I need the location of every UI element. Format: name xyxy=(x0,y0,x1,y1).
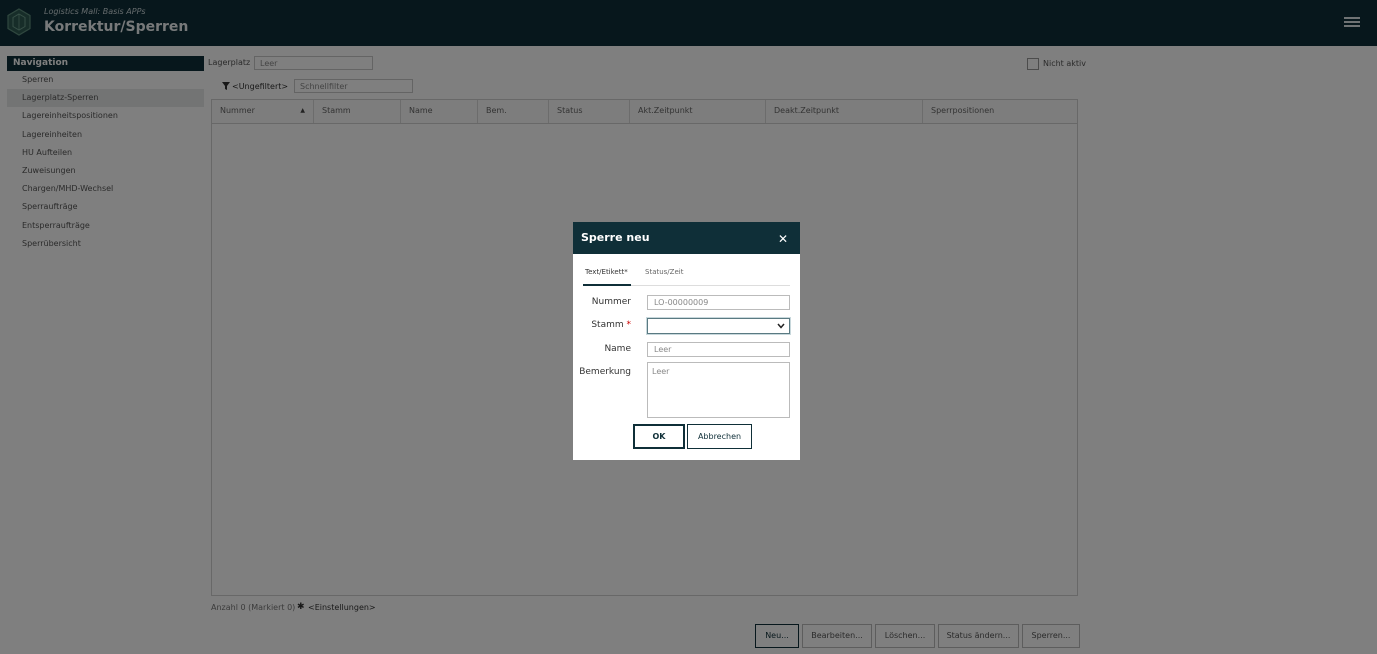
tab-status-zeit[interactable]: Status/Zeit xyxy=(645,268,683,276)
stamm-select[interactable] xyxy=(647,318,790,334)
close-icon[interactable]: ✕ xyxy=(778,233,788,245)
new-lock-dialog: Sperre neu ✕ Text/Etikett* Status/Zeit N… xyxy=(573,222,800,460)
ok-button[interactable]: OK xyxy=(633,424,685,449)
active-tab-indicator xyxy=(583,284,631,286)
name-field[interactable]: Leer xyxy=(647,342,790,357)
stamm-label-text: Stamm xyxy=(591,320,624,330)
nummer-label: Nummer xyxy=(591,297,631,307)
required-marker: * xyxy=(626,320,632,330)
cancel-button[interactable]: Abbrechen xyxy=(687,424,752,449)
bemerkung-textarea[interactable]: Leer xyxy=(647,362,790,418)
nummer-field[interactable]: LO-00000009 xyxy=(647,295,790,310)
bemerkung-label: Bemerkung xyxy=(579,367,631,377)
dialog-header: Sperre neu ✕ xyxy=(573,222,800,254)
dialog-title: Sperre neu xyxy=(581,231,650,244)
stamm-label: Stamm * xyxy=(573,320,631,330)
name-label: Name xyxy=(604,344,631,354)
chevron-down-icon xyxy=(777,323,785,329)
tab-text-etikett[interactable]: Text/Etikett* xyxy=(585,268,628,276)
